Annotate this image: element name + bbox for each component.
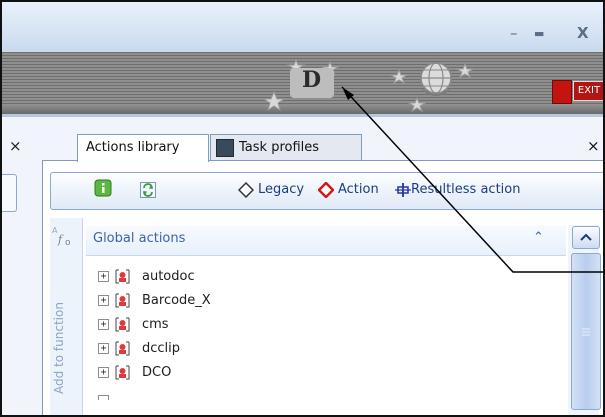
- exit-label: EXIT: [573, 81, 603, 101]
- globe-icon: [389, 62, 475, 113]
- tab-actions-library[interactable]: Actions library: [77, 134, 209, 162]
- list-item-partial[interactable]: [98, 386, 398, 400]
- blue-hook-icon: [395, 182, 411, 198]
- expand-icon[interactable]: +: [98, 343, 109, 354]
- d-button-label: D: [302, 67, 322, 93]
- function-icon[interactable]: Afo: [52, 224, 76, 248]
- info-icon[interactable]: [94, 179, 112, 197]
- diamond-outline-icon: [237, 181, 255, 199]
- globe-toolbar-button[interactable]: [387, 54, 487, 113]
- list-item[interactable]: + Barcode_X: [98, 290, 398, 312]
- global-actions-header[interactable]: Global actions ⌃: [86, 225, 566, 256]
- add-to-function-vertical: Add to function: [52, 264, 78, 394]
- scroll-up-button[interactable]: [572, 226, 600, 249]
- action-label[interactable]: Action: [338, 182, 379, 198]
- left-panel-edge[interactable]: [2, 174, 17, 212]
- action-group-icon: [115, 365, 130, 380]
- action-group-icon: [115, 269, 130, 284]
- tab-label: Task profiles: [239, 140, 320, 155]
- maximize-button[interactable]: ▬: [534, 27, 544, 40]
- expand-icon[interactable]: [98, 395, 109, 400]
- legacy-label[interactable]: Legacy: [258, 182, 304, 198]
- tab-task-profiles[interactable]: Task profiles: [210, 134, 362, 161]
- expand-icon[interactable]: +: [98, 367, 109, 378]
- resultless-action-label[interactable]: Resultless action: [411, 182, 520, 198]
- list-item[interactable]: + DCO: [98, 362, 398, 384]
- add-to-function-label: Add to function: [52, 302, 66, 394]
- scroll-grip-icon: [581, 322, 591, 336]
- list-item[interactable]: + autodoc: [98, 266, 398, 288]
- chevron-up-icon: [580, 233, 592, 241]
- list-item[interactable]: + dcclip: [98, 338, 398, 360]
- expand-icon[interactable]: +: [98, 271, 109, 282]
- expand-icon[interactable]: +: [98, 295, 109, 306]
- tab-label: Actions library: [86, 140, 180, 155]
- door-icon: [552, 80, 572, 104]
- left-panel-close-icon[interactable]: ×: [9, 137, 22, 155]
- item-label: dcclip: [142, 341, 181, 356]
- item-label: autodoc: [142, 269, 195, 284]
- action-group-icon: [115, 341, 130, 356]
- panel-close-icon[interactable]: ×: [587, 137, 600, 155]
- action-group-icon: [115, 293, 130, 308]
- item-label: Barcode_X: [142, 293, 211, 308]
- expand-icon[interactable]: +: [98, 319, 109, 330]
- svg-text:o: o: [65, 238, 71, 248]
- close-button[interactable]: X: [577, 24, 589, 42]
- action-group-icon: [115, 317, 130, 332]
- application-window: – ▬ X D EXIT × Actions library Task prof…: [0, 0, 605, 417]
- title-bar: – ▬ X: [2, 2, 603, 52]
- red-diamond-icon: [317, 181, 335, 199]
- exit-button[interactable]: EXIT: [552, 80, 603, 104]
- svg-text:f: f: [57, 233, 64, 246]
- minimize-button[interactable]: –: [510, 24, 518, 42]
- item-label: cms: [142, 317, 169, 332]
- refresh-icon[interactable]: [140, 182, 156, 198]
- global-actions-title: Global actions: [93, 231, 186, 246]
- item-label: DCO: [142, 365, 172, 380]
- list-item[interactable]: + cms: [98, 314, 398, 336]
- task-profiles-icon: [216, 139, 234, 157]
- collapse-icon[interactable]: ⌃: [533, 230, 544, 245]
